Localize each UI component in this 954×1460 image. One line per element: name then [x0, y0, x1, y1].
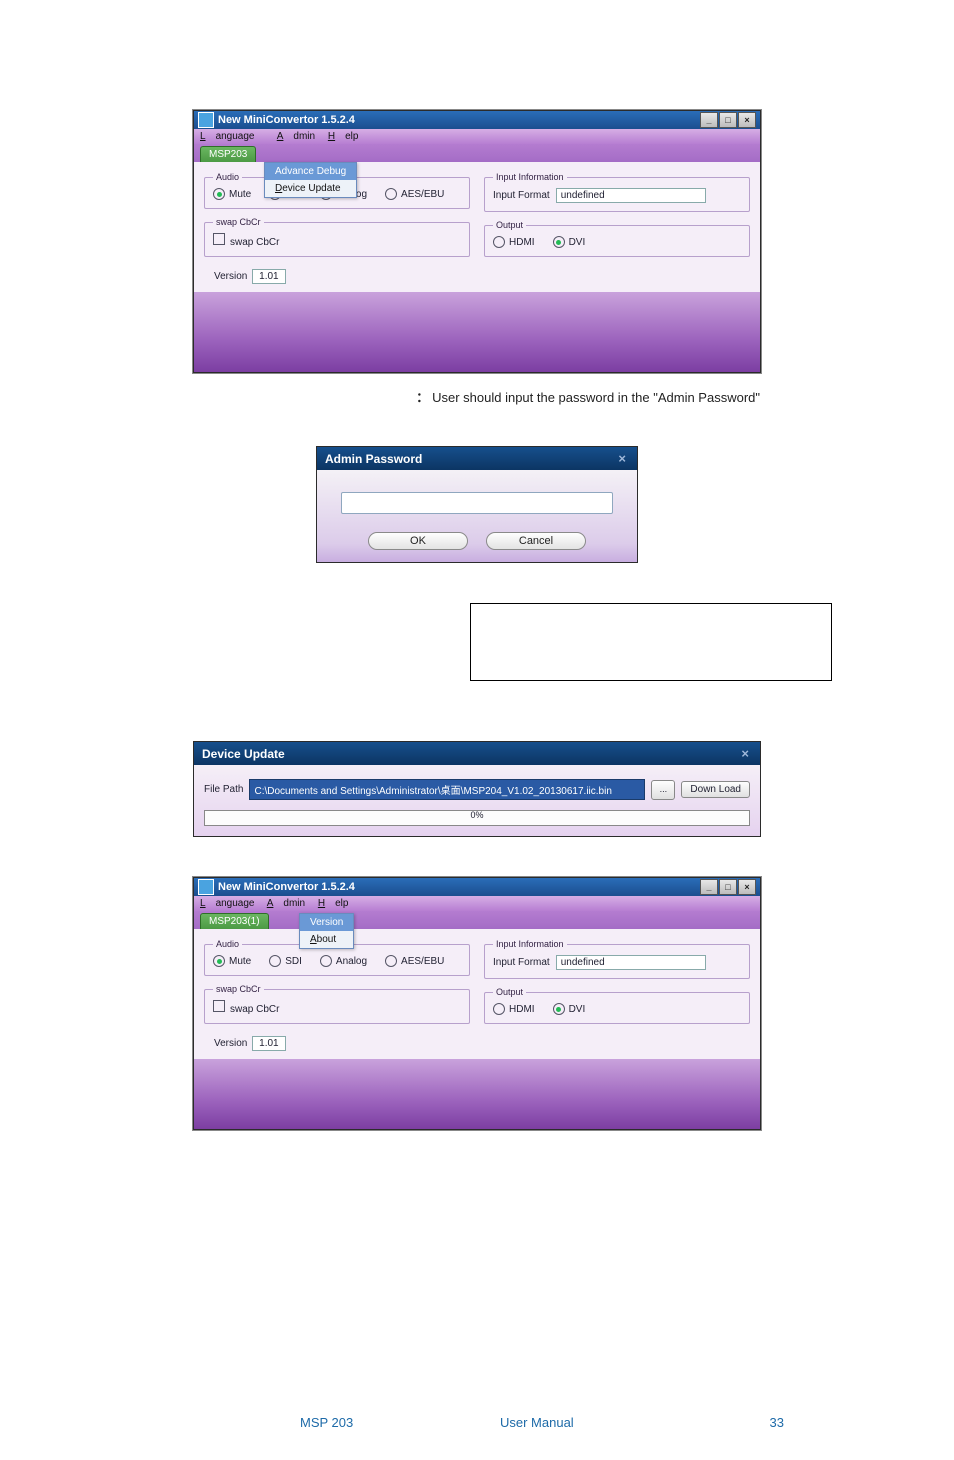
app-icon	[198, 112, 214, 128]
checkbox-swap[interactable]: swap CbCr	[213, 233, 279, 248]
update-dialog-titlebar[interactable]: Device Update ×	[194, 742, 760, 765]
footer-right: 33	[724, 1415, 784, 1430]
radio-dvi[interactable]: DVI	[553, 236, 586, 248]
minimize-button[interactable]: _	[700, 879, 718, 895]
app-window-1: New MiniConvertor 1.5.2.4 _ □ × Language…	[193, 110, 761, 373]
menubar: Language Admin Help	[194, 129, 760, 144]
legend-output: Output	[493, 220, 526, 230]
footer-center: User Manual	[500, 1415, 724, 1430]
menu-language[interactable]: Language	[200, 898, 255, 909]
device-update-dialog: Device Update × File Path C:\Documents a…	[193, 741, 761, 837]
legend-audio: Audio	[213, 939, 242, 949]
menu-help[interactable]: Help	[318, 898, 349, 909]
menu-item-device-update[interactable]: Device Update	[265, 180, 356, 197]
radio-hdmi[interactable]: HDMI	[493, 236, 535, 248]
minimize-button[interactable]: _	[700, 112, 718, 128]
footer-left: MSP 203	[300, 1415, 500, 1430]
label-input-format: Input Format	[493, 957, 550, 968]
tabs-row: MSP203(1) Version About	[194, 911, 760, 929]
legend-input-info: Input Information	[493, 939, 567, 949]
admin-dialog-title: Admin Password	[325, 452, 422, 466]
menu-item-version[interactable]: Version	[300, 914, 353, 931]
legend-audio: Audio	[213, 172, 242, 182]
legend-swap: swap CbCr	[213, 217, 264, 227]
label-version: Version	[214, 1038, 247, 1049]
group-swap: swap CbCr swap CbCr	[204, 217, 470, 257]
ok-button[interactable]: OK	[368, 532, 468, 550]
radio-aesebu[interactable]: AES/EBU	[385, 188, 444, 200]
radio-hdmi[interactable]: HDMI	[493, 1003, 535, 1015]
value-version: 1.01	[252, 269, 285, 284]
window-title: New MiniConvertor 1.5.2.4	[218, 881, 355, 893]
titlebar[interactable]: New MiniConvertor 1.5.2.4 _ □ ×	[194, 111, 760, 129]
close-button[interactable]: ×	[738, 879, 756, 895]
tab-msp203-1[interactable]: MSP203(1)	[200, 913, 269, 929]
menu-language[interactable]: Language	[200, 131, 265, 142]
legend-swap: swap CbCr	[213, 984, 264, 994]
maximize-button[interactable]: □	[719, 112, 737, 128]
menubar: Language Admin Help	[194, 896, 760, 911]
window-title: New MiniConvertor 1.5.2.4	[218, 114, 355, 126]
titlebar[interactable]: New MiniConvertor 1.5.2.4 _ □ ×	[194, 878, 760, 896]
close-icon[interactable]: ×	[738, 746, 752, 761]
label-file-path: File Path	[204, 784, 243, 795]
radio-sdi[interactable]: SDI	[269, 955, 302, 967]
cancel-button[interactable]: Cancel	[486, 532, 586, 550]
progress-label: 0%	[470, 810, 483, 820]
tabs-row: MSP203 Advance Debug Device Update	[194, 144, 760, 162]
browse-button[interactable]: ...	[651, 780, 675, 800]
maximize-button[interactable]: □	[719, 879, 737, 895]
checkbox-swap[interactable]: swap CbCr	[213, 1000, 279, 1015]
label-version: Version	[214, 271, 247, 282]
close-button[interactable]: ×	[738, 112, 756, 128]
radio-mute[interactable]: Mute	[213, 955, 251, 967]
admin-dropdown: Advance Debug Device Update	[264, 162, 357, 198]
progress-bar: 0%	[204, 810, 750, 826]
caption-colon: ：	[416, 390, 429, 405]
app-window-2: New MiniConvertor 1.5.2.4 _ □ × Language…	[193, 877, 761, 1130]
app-icon	[198, 879, 214, 895]
menu-help[interactable]: Help	[328, 131, 359, 142]
menu-admin[interactable]: Admin	[277, 131, 315, 142]
tab-msp203[interactable]: MSP203	[200, 146, 256, 162]
page-footer: MSP 203 User Manual 33	[0, 1415, 954, 1430]
file-path-input[interactable]: C:\Documents and Settings\Administrator\…	[249, 779, 645, 800]
value-version: 1.01	[252, 1036, 285, 1051]
group-input-info: Input Information Input Format undefined	[484, 939, 750, 979]
label-input-format: Input Format	[493, 190, 550, 201]
menu-item-advance-debug[interactable]: Advance Debug	[265, 163, 356, 180]
legend-input-info: Input Information	[493, 172, 567, 182]
value-input-format: undefined	[556, 955, 706, 970]
menu-item-about[interactable]: About	[300, 931, 353, 948]
group-output: Output HDMI DVI	[484, 220, 750, 257]
placeholder-frame	[470, 603, 832, 681]
close-icon[interactable]: ×	[615, 451, 629, 466]
admin-password-dialog: Admin Password × OK Cancel	[316, 446, 638, 563]
radio-analog[interactable]: Analog	[320, 955, 367, 967]
radio-dvi[interactable]: DVI	[553, 1003, 586, 1015]
help-dropdown: Version About	[299, 913, 354, 949]
caption-text: User should input the password in the "A…	[432, 390, 760, 405]
group-output: Output HDMI DVI	[484, 987, 750, 1024]
group-input-info: Input Information Input Format undefined	[484, 172, 750, 212]
window-footer-gradient	[194, 292, 760, 372]
radio-mute[interactable]: Mute	[213, 188, 251, 200]
menu-admin[interactable]: Admin	[267, 898, 305, 909]
legend-output: Output	[493, 987, 526, 997]
download-button[interactable]: Down Load	[681, 781, 750, 798]
update-dialog-title: Device Update	[202, 747, 285, 761]
admin-dialog-titlebar[interactable]: Admin Password ×	[317, 447, 637, 470]
window-footer-gradient	[194, 1059, 760, 1129]
radio-aesebu[interactable]: AES/EBU	[385, 955, 444, 967]
value-input-format: undefined	[556, 188, 706, 203]
password-input[interactable]	[341, 492, 613, 514]
group-swap: swap CbCr swap CbCr	[204, 984, 470, 1024]
